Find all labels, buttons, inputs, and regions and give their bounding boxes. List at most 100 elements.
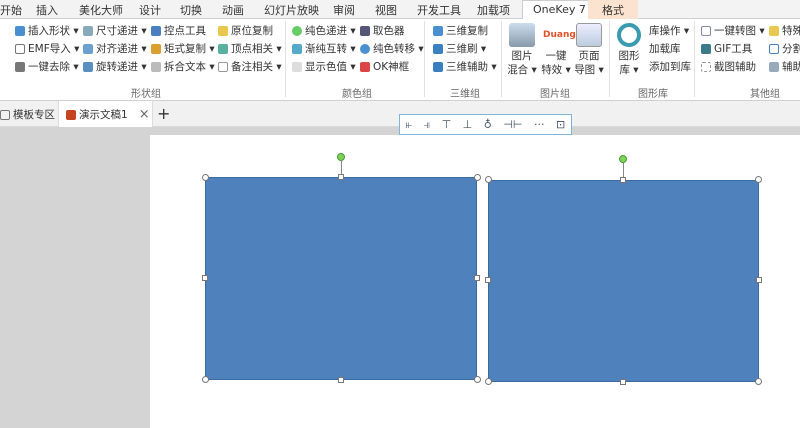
tab-design[interactable]: 设计: [139, 2, 161, 18]
convert-to-image-button[interactable]: 一键转图 ▾: [701, 23, 765, 38]
label: 分割: [782, 43, 800, 55]
color-picker-button[interactable]: 取色器: [360, 23, 405, 38]
rotation-handle[interactable]: [619, 155, 627, 163]
align-top-icon[interactable]: ⊤: [442, 118, 452, 131]
matrix-copy-button[interactable]: 矩式复制 ▾: [151, 41, 215, 56]
resize-handle[interactable]: [620, 177, 626, 183]
tab-beautify[interactable]: 美化大师: [79, 2, 123, 18]
tab-onekey[interactable]: OneKey 7: [522, 0, 597, 20]
label: OK神框: [373, 61, 410, 73]
label: 矩式复制 ▾: [164, 43, 215, 55]
tab-transition[interactable]: 切换: [180, 2, 202, 18]
group-label-color: 颜色组: [342, 89, 372, 100]
screenshot-assist-button[interactable]: 截图辅助: [701, 59, 756, 74]
document-tab-label[interactable]: 演示文稿1 ×: [66, 107, 150, 122]
rectangle-shape-1[interactable]: [205, 177, 477, 380]
add-to-library-button[interactable]: 添加到库: [649, 59, 691, 74]
tab-review[interactable]: 审阅: [333, 2, 355, 18]
3d-brush-button[interactable]: 三维刷 ▾: [433, 41, 486, 56]
label: 特殊: [782, 25, 800, 37]
rgb-icon: [292, 61, 302, 72]
tab-slideshow[interactable]: 幻灯片放映: [264, 2, 319, 18]
insert-shape-button[interactable]: 插入形状 ▾: [15, 23, 79, 38]
tab-insert[interactable]: 插入: [36, 2, 58, 18]
more-icon[interactable]: ···: [534, 118, 545, 131]
ribbon: 插入形状 ▾ EMF导入 ▾ 一键去除 ▾ 尺寸递进 ▾ 对齐递进 ▾ 旋转递进…: [0, 19, 800, 101]
label: 截图辅助: [714, 61, 756, 73]
rectangle-shape-2[interactable]: [488, 180, 759, 382]
label: 插入形状 ▾: [28, 25, 79, 37]
notes-button[interactable]: 备注相关 ▾: [218, 59, 282, 74]
resize-handle[interactable]: [202, 174, 209, 181]
label: 纯色递进 ▾: [305, 25, 356, 37]
rotation-handle[interactable]: [337, 153, 345, 161]
resize-handle[interactable]: [338, 377, 344, 383]
shape-library-button[interactable]: 图形 库 ▾: [613, 23, 645, 77]
color-transfer-button[interactable]: 纯色转移 ▾: [360, 41, 424, 56]
library-ops-button[interactable]: 库操作 ▾: [649, 23, 689, 38]
resize-handle[interactable]: [338, 174, 344, 180]
one-key-effect-button[interactable]: Duang 一键 特效 ▾: [539, 23, 576, 77]
label: 三维复制: [446, 25, 488, 37]
resize-handle[interactable]: [474, 174, 481, 181]
size-step-button[interactable]: 尺寸递进 ▾: [83, 23, 147, 38]
screenshot-icon: [701, 61, 711, 72]
add-tab-button[interactable]: +: [157, 104, 170, 123]
solid-color-step-button[interactable]: 纯色递进 ▾: [292, 23, 356, 38]
label: 控点工具: [164, 25, 206, 37]
align-left-icon[interactable]: ⫦: [406, 118, 412, 132]
template-tab[interactable]: 模板专区: [0, 107, 55, 122]
show-color-value-button[interactable]: 显示色值 ▾: [292, 59, 356, 74]
in-place-copy-button[interactable]: 原位复制: [218, 23, 273, 38]
layers-icon: [509, 23, 535, 47]
vertex-button[interactable]: 顶点相关 ▾: [218, 41, 282, 56]
distribute-icon[interactable]: ⊡: [556, 118, 565, 131]
palette-icon: [292, 25, 302, 36]
tab-addins[interactable]: 加载项: [477, 2, 510, 18]
align-middle-icon[interactable]: ⊣⊢: [503, 118, 522, 131]
divider: [285, 21, 286, 97]
one-key-remove-button[interactable]: 一键去除 ▾: [15, 59, 79, 74]
divider: [501, 21, 502, 97]
tab-developer[interactable]: 开发工具: [417, 2, 461, 18]
special-button[interactable]: 特殊: [769, 23, 800, 38]
label: 一键 特效 ▾: [541, 50, 571, 76]
resize-handle[interactable]: [620, 379, 626, 385]
resize-handle[interactable]: [485, 277, 491, 283]
resize-handle[interactable]: [202, 275, 208, 281]
resize-handle[interactable]: [756, 277, 762, 283]
rotate-step-button[interactable]: 旋转递进 ▾: [83, 59, 147, 74]
resize-handle[interactable]: [474, 376, 481, 383]
align-center-icon[interactable]: ♁: [484, 118, 492, 131]
close-icon[interactable]: ×: [139, 107, 150, 122]
split-button[interactable]: 分割: [769, 41, 800, 56]
resize-handle[interactable]: [202, 376, 209, 383]
gif-tool-button[interactable]: GIF工具: [701, 41, 752, 56]
assist-button[interactable]: 辅助: [769, 59, 800, 74]
align-right-icon[interactable]: ⫣: [423, 118, 430, 132]
control-point-button[interactable]: 控点工具: [151, 23, 206, 38]
page-export-button[interactable]: 页面 导图 ▾: [573, 23, 605, 77]
tab-view[interactable]: 视图: [375, 2, 397, 18]
emf-import-button[interactable]: EMF导入 ▾: [15, 41, 79, 56]
resize-handle[interactable]: [755, 378, 762, 385]
ok-frame-button[interactable]: OK神框: [360, 59, 409, 74]
load-library-button[interactable]: 加载库: [649, 41, 681, 56]
size-icon: [83, 25, 93, 36]
3d-assist-button[interactable]: 三维辅助 ▾: [433, 59, 497, 74]
resize-handle[interactable]: [755, 176, 762, 183]
resize-handle[interactable]: [485, 378, 492, 385]
label: 三维刷 ▾: [446, 43, 487, 55]
tab-home[interactable]: 开始: [0, 2, 22, 18]
split-text-button[interactable]: 拆合文本 ▾: [151, 59, 215, 74]
tab-animation[interactable]: 动画: [222, 2, 244, 18]
picture-blend-button[interactable]: 图片 混合 ▾: [506, 23, 538, 77]
gradient-convert-button[interactable]: 渐纯互转 ▾: [292, 41, 356, 56]
tab-format[interactable]: 格式: [588, 0, 638, 19]
label: 图形 库 ▾: [618, 50, 640, 76]
align-step-button[interactable]: 对齐递进 ▾: [83, 41, 147, 56]
align-bottom-icon[interactable]: ⊥: [463, 118, 473, 131]
resize-handle[interactable]: [474, 275, 480, 281]
3d-copy-button[interactable]: 三维复制: [433, 23, 488, 38]
resize-handle[interactable]: [485, 176, 492, 183]
